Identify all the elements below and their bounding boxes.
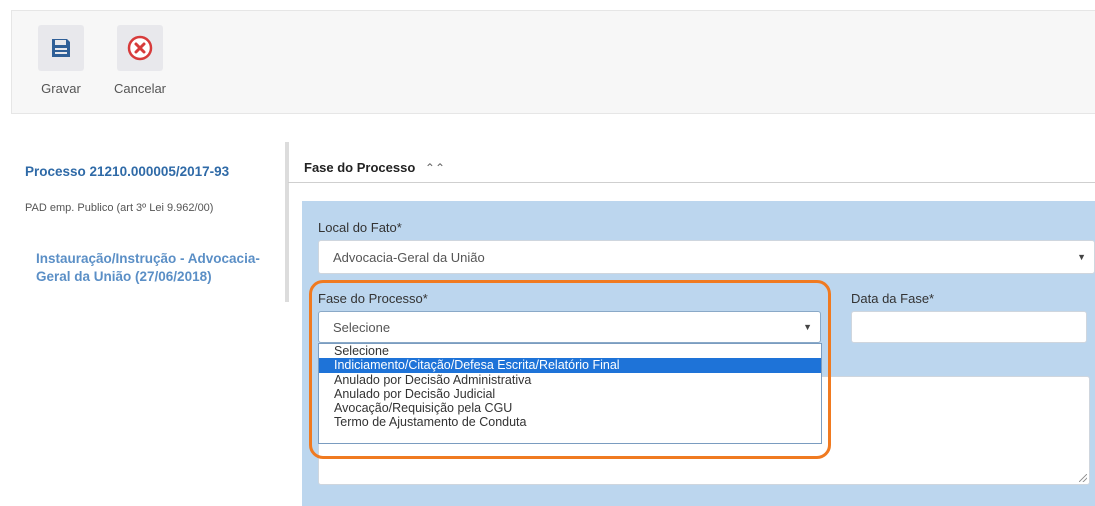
resize-handle-icon[interactable] (1079, 474, 1087, 482)
process-subtitle: PAD emp. Publico (art 3º Lei 9.962/00) (25, 202, 214, 214)
chevron-up-double-icon[interactable]: ⌃⌃ (425, 161, 445, 175)
column-divider (285, 142, 289, 302)
dropdown-option[interactable]: Selecione (319, 344, 821, 358)
fase-label: Fase do Processo* (318, 291, 428, 306)
dropdown-option[interactable]: Avocação/Requisição pela CGU (319, 401, 821, 415)
local-select-value: Advocacia-Geral da União (333, 249, 485, 265)
local-label: Local do Fato* (318, 220, 402, 235)
floppy-disk-icon (52, 39, 70, 57)
dropdown-option-highlighted[interactable]: Indiciamento/Citação/Defesa Escrita/Rela… (319, 358, 821, 373)
page: Gravar Cancelar Processo 21210.000005/20… (0, 0, 1095, 506)
dropdown-option[interactable]: Termo de Ajustamento de Conduta (319, 415, 821, 429)
section-title: Fase do Processo (304, 160, 416, 175)
local-select[interactable]: Advocacia-Geral da União ▼ (318, 240, 1095, 274)
caret-down-icon: ▼ (803, 322, 812, 332)
data-fase-input[interactable] (851, 311, 1087, 343)
fase-select[interactable]: Selecione ▼ (318, 311, 821, 343)
caret-down-icon: ▼ (1077, 252, 1086, 262)
cancel-button[interactable]: Cancelar (110, 25, 170, 96)
cancel-icon-box (117, 25, 163, 71)
save-icon-box (38, 25, 84, 71)
process-title[interactable]: Processo 21210.000005/2017-93 (25, 164, 229, 179)
dropdown-option[interactable]: Anulado por Decisão Administrativa (319, 373, 821, 387)
phase-link[interactable]: Instauração/Instrução - Advocacia-Geral … (36, 250, 276, 286)
dropdown-option[interactable]: Anulado por Decisão Judicial (319, 387, 821, 401)
section-divider (288, 182, 1095, 183)
data-label: Data da Fase* (851, 291, 935, 306)
fase-dropdown-list: Selecione Indiciamento/Citação/Defesa Es… (318, 343, 822, 444)
section-header[interactable]: Fase do Processo ⌃⌃ (304, 160, 445, 175)
toolbar: Gravar Cancelar (11, 10, 1095, 114)
save-label: Gravar (41, 81, 81, 96)
fase-select-value: Selecione (333, 319, 391, 335)
close-circle-icon (127, 35, 153, 61)
cancel-label: Cancelar (113, 81, 167, 96)
save-button[interactable]: Gravar (31, 25, 91, 96)
